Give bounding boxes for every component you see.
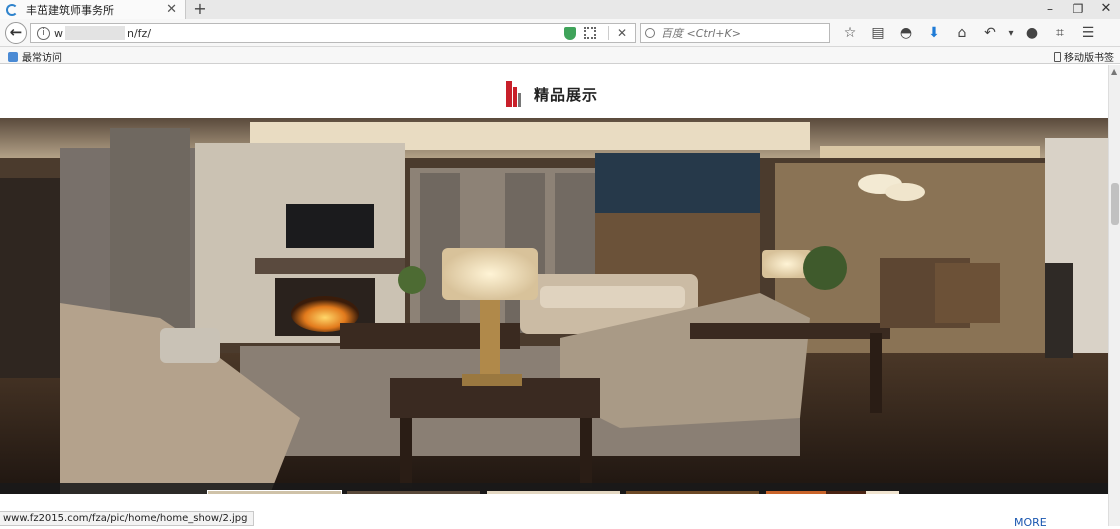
hero-image[interactable] xyxy=(0,118,1108,494)
thumbnail-4[interactable] xyxy=(626,491,759,494)
most-visited-label: 最常访问 xyxy=(22,53,62,64)
thumbnail-image xyxy=(208,491,341,494)
status-bar-url: www.fz2015.com/fza/pic/home/home_show/2.… xyxy=(0,511,255,526)
bookmarks-bar: 最常访问 移动版书签 xyxy=(0,47,1120,64)
thumbnail-image xyxy=(766,491,899,494)
most-visited-bookmark[interactable]: 最常访问 xyxy=(8,49,62,64)
download-icon[interactable]: ⬇ xyxy=(920,25,948,41)
thumbnail-5[interactable] xyxy=(766,491,899,494)
thumbnail-strip xyxy=(0,483,1108,494)
url-redacted xyxy=(65,26,125,40)
search-bar[interactable] xyxy=(640,23,830,43)
navigation-bar: ← i w n/fz/ ✕ ☆ ▤ ◓ ⬇ ⌂ ↶ ▾ ● ⌗ ☰ xyxy=(0,19,1120,47)
scroll-up-icon[interactable]: ▲ xyxy=(1111,67,1117,76)
pocket-icon[interactable]: ◓ xyxy=(892,25,920,41)
back-button[interactable]: ← xyxy=(5,22,27,44)
mobile-icon xyxy=(1054,51,1061,62)
url-bar[interactable]: i w n/fz/ ✕ xyxy=(30,23,636,43)
scroll-thumb[interactable] xyxy=(1111,183,1119,225)
page-content: 精品展示 ▲ www.fz2015.com/fza/pic/home/home_… xyxy=(0,65,1120,529)
dropdown-icon[interactable]: ▾ xyxy=(1004,28,1018,39)
thumbnail-2[interactable] xyxy=(347,491,480,494)
toolbar: ☆ ▤ ◓ ⬇ ⌂ ↶ ▾ ● ⌗ ☰ xyxy=(836,23,1102,43)
menu-icon[interactable]: ☰ xyxy=(1074,25,1102,41)
restore-button[interactable]: ❐ xyxy=(1064,0,1092,19)
mobile-bookmarks-label: 移动版书签 xyxy=(1064,53,1114,64)
tab-close-icon[interactable]: ✕ xyxy=(166,2,177,17)
home-icon[interactable]: ⌂ xyxy=(948,25,976,41)
tab-title: 丰茁建筑师事务所 xyxy=(26,3,114,17)
search-icon xyxy=(645,28,655,38)
shield-icon[interactable] xyxy=(563,26,576,40)
url-text: n/fz/ xyxy=(127,26,152,40)
brand-logo xyxy=(506,81,522,107)
thumbnail-image xyxy=(626,491,759,494)
url-prefix: w xyxy=(54,26,63,40)
more-link[interactable]: MORE xyxy=(1014,516,1047,529)
section-header: 精品展示 xyxy=(506,81,598,107)
living-room-render xyxy=(0,118,1108,494)
site-info-icon[interactable]: i xyxy=(37,26,50,40)
mobile-bookmarks[interactable]: 移动版书签 xyxy=(1054,49,1114,64)
qr-code-icon[interactable] xyxy=(583,27,596,39)
chat-icon[interactable]: ● xyxy=(1018,25,1046,41)
url-clear-icon[interactable]: ✕ xyxy=(607,26,627,40)
new-tab-button[interactable]: + xyxy=(190,0,210,19)
search-input[interactable] xyxy=(661,26,821,40)
browser-tab[interactable]: 丰茁建筑师事务所 ✕ xyxy=(0,0,186,19)
loading-icon xyxy=(6,3,18,16)
thumbnail-1[interactable] xyxy=(207,490,342,494)
thumbnail-image xyxy=(487,491,620,494)
reading-list-icon[interactable]: ▤ xyxy=(864,25,892,41)
minimize-button[interactable]: – xyxy=(1036,0,1064,19)
star-icon[interactable]: ☆ xyxy=(836,25,864,41)
section-title: 精品展示 xyxy=(534,85,599,104)
page-scrollbar[interactable]: ▲ xyxy=(1108,65,1120,526)
window-controls: – ❐ ✕ xyxy=(1036,0,1120,19)
close-window-button[interactable]: ✕ xyxy=(1092,0,1120,19)
thumbnail-image xyxy=(347,491,480,494)
thumbnail-3[interactable] xyxy=(487,491,620,494)
screenshot-icon[interactable]: ⌗ xyxy=(1046,25,1074,41)
bookmark-folder-icon xyxy=(8,51,18,62)
undo-icon[interactable]: ↶ xyxy=(976,25,1004,41)
tab-bar: 丰茁建筑师事务所 ✕ + – ❐ ✕ xyxy=(0,0,1120,19)
